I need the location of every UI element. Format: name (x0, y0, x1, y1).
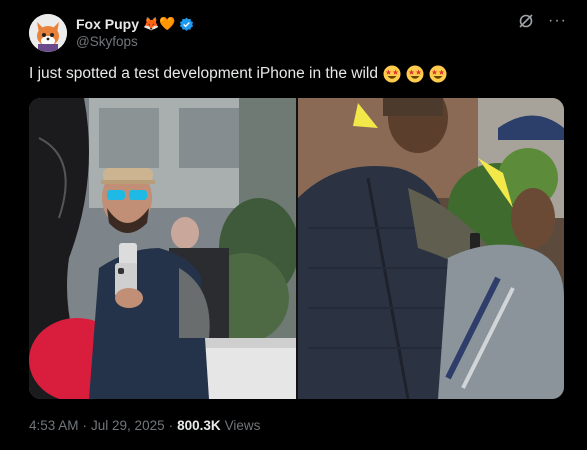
meta-separator: · (168, 418, 174, 433)
meta-separator: · (82, 418, 88, 433)
photo-man-holding-phones-icon (29, 98, 296, 399)
display-name[interactable]: Fox Pupy (76, 15, 139, 33)
fox-avatar-icon (29, 14, 67, 52)
photo-left[interactable] (29, 98, 296, 399)
views-count[interactable]: 800.3K (177, 418, 221, 433)
more-options-icon[interactable]: ··· (548, 13, 567, 29)
photo-men-with-phone-icon (298, 98, 564, 399)
name-emojis: 🦊🧡 (143, 16, 176, 31)
tweet-date[interactable]: Jul 29, 2025 (91, 418, 165, 433)
header-actions: ··· (518, 12, 567, 30)
views-label: Views (224, 418, 261, 433)
avatar[interactable] (29, 14, 67, 52)
tweet-media (29, 98, 564, 399)
photo-right[interactable] (298, 98, 564, 399)
star-struck-emoji-icon (406, 65, 424, 83)
tweet-text: I just spotted a test development iPhone… (29, 65, 378, 82)
author-names: Fox Pupy 🦊🧡 @Skyfops (76, 15, 194, 51)
tweet-meta: 4:53 AM · Jul 29, 2025 · 800.3K Views (29, 418, 260, 433)
tweet-time[interactable]: 4:53 AM (29, 418, 79, 433)
star-struck-emoji-icon (429, 65, 447, 83)
star-struck-emoji-icon (383, 65, 401, 83)
author-handle[interactable]: @Skyfops (76, 33, 194, 51)
tweet-card: Fox Pupy 🦊🧡 @Skyfops ··· I just spotted … (0, 0, 587, 450)
verified-badge-icon (180, 17, 194, 31)
grok-icon[interactable] (518, 13, 534, 29)
tweet-header: Fox Pupy 🦊🧡 @Skyfops ··· (29, 12, 567, 54)
tweet-text-row: I just spotted a test development iPhone… (29, 65, 447, 83)
